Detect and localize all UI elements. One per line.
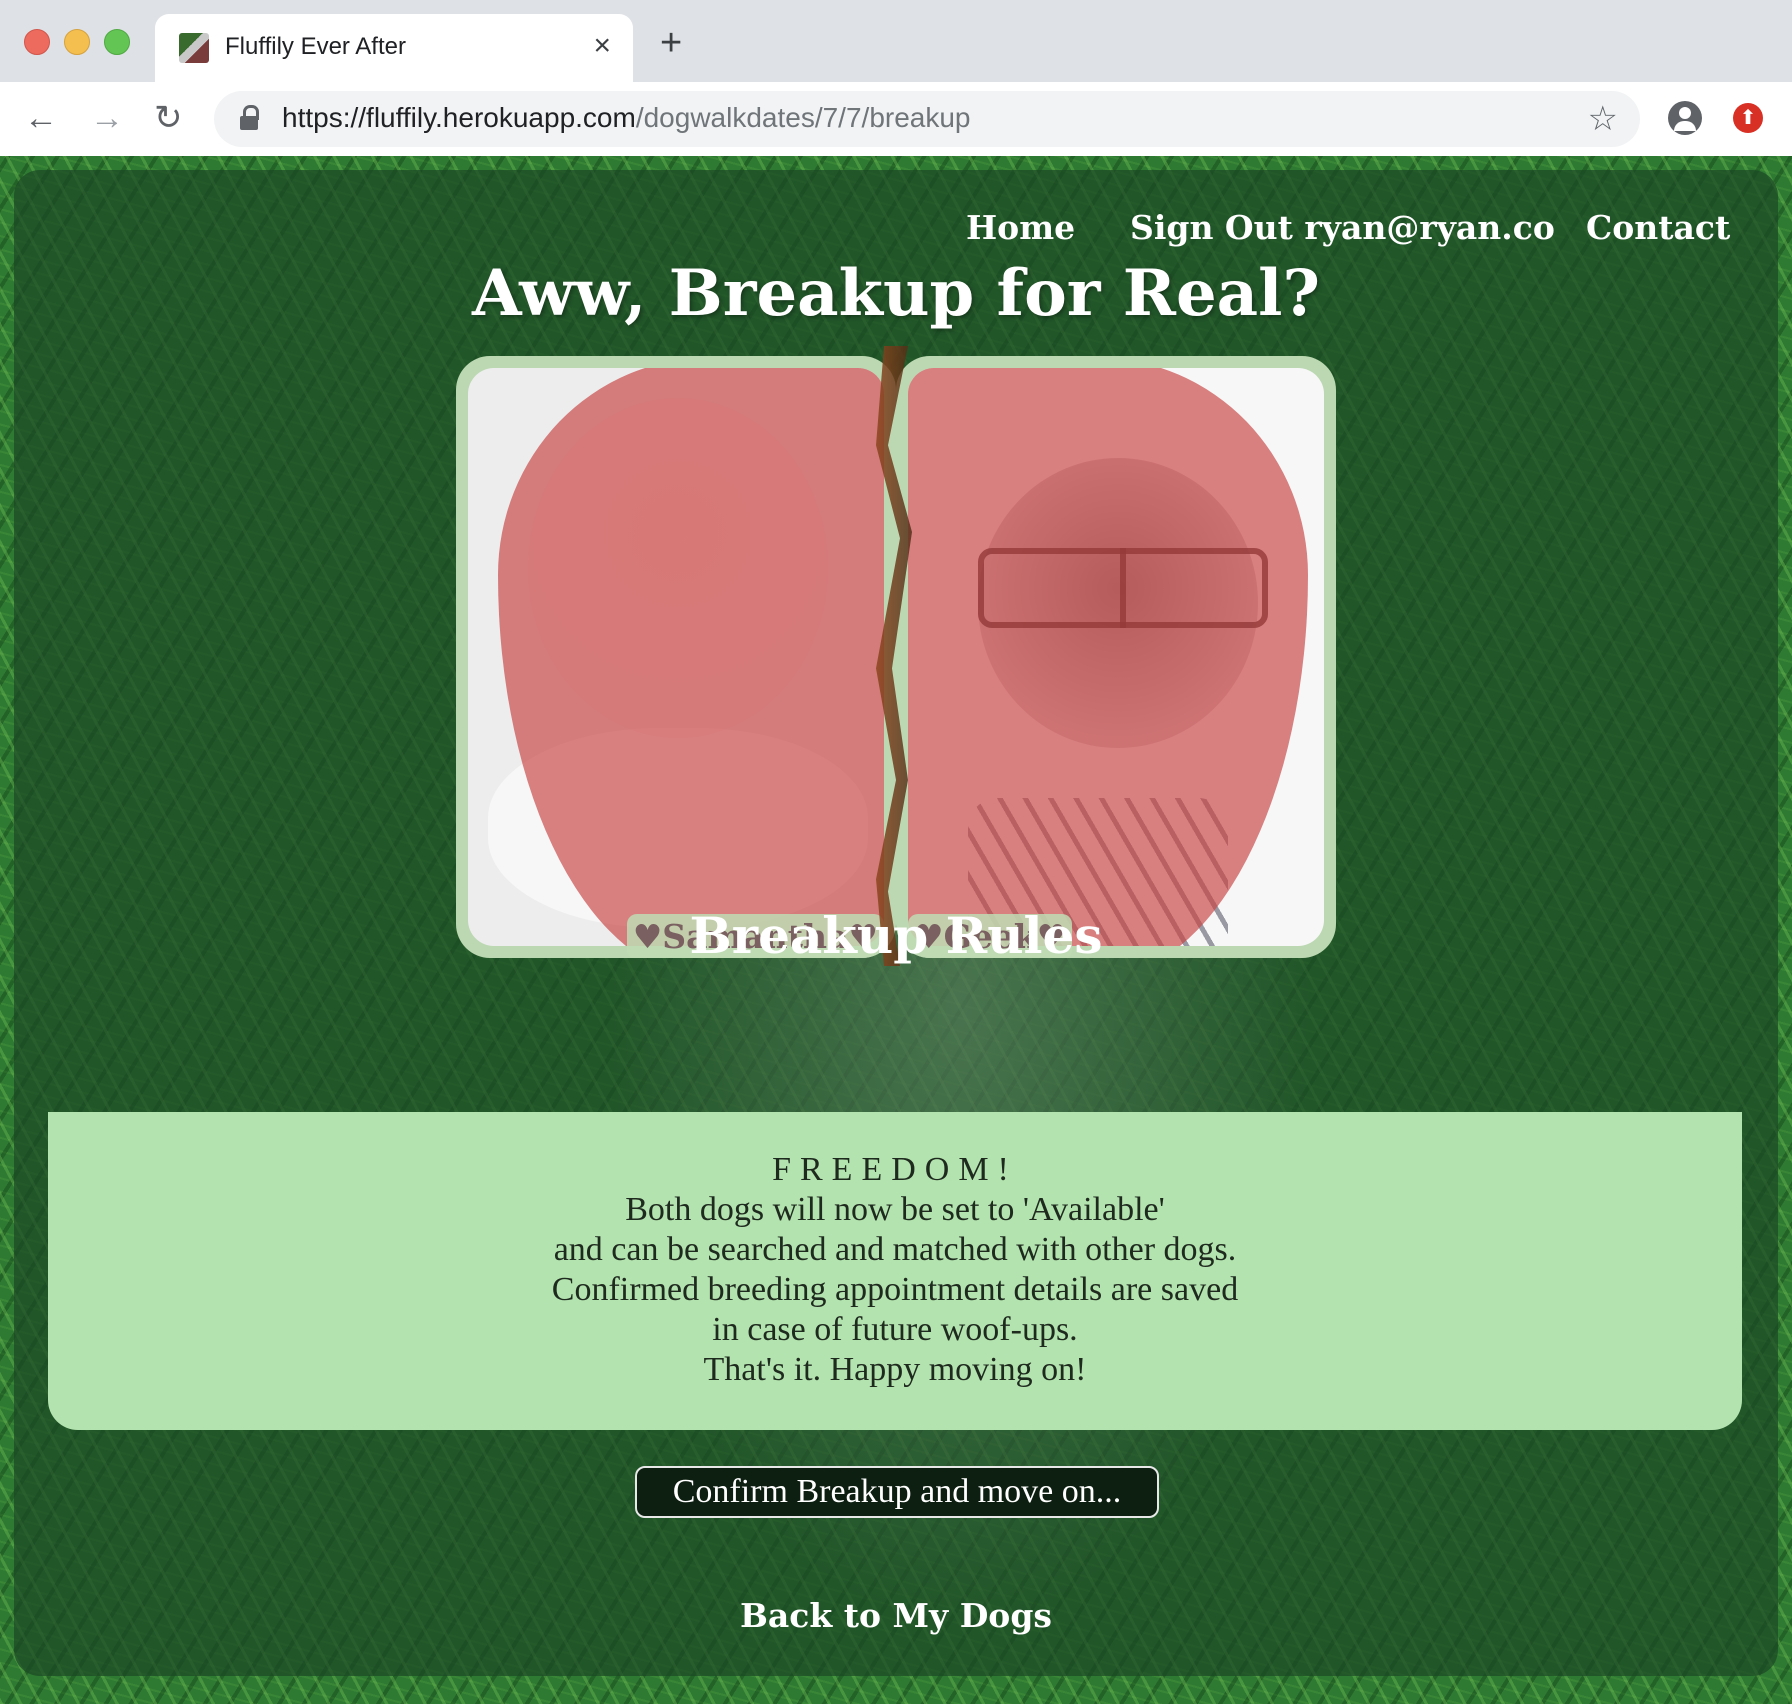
dog-photo-right: ♥Geek♥	[896, 356, 1336, 958]
new-tab-icon[interactable]: +	[660, 24, 682, 62]
tab-title: Fluffily Ever After	[225, 33, 406, 60]
dog-photo-left: ♥Samantha♥	[456, 356, 896, 958]
rules-line: FREEDOM!	[772, 1151, 1018, 1188]
confirm-breakup-button[interactable]: Confirm Breakup and move on...	[635, 1466, 1159, 1518]
tab-close-icon[interactable]: ×	[593, 28, 611, 64]
lock-icon	[240, 105, 259, 131]
broken-heart-right-icon	[908, 368, 1308, 946]
profile-avatar-icon[interactable]	[1668, 101, 1702, 135]
maximize-window-button[interactable]	[104, 29, 130, 55]
reload-icon[interactable]: ↻	[154, 98, 183, 138]
rules-line: Both dogs will now be set to 'Available'	[625, 1191, 1165, 1228]
close-window-button[interactable]	[24, 29, 50, 55]
url-text[interactable]: https://fluffily.herokuapp.com/dogwalkda…	[282, 102, 971, 134]
back-arrow-icon[interactable]: ←	[24, 98, 58, 138]
rules-line: That's it. Happy moving on!	[703, 1351, 1087, 1388]
nav-contact-link[interactable]: Contact	[1586, 208, 1730, 247]
rules-heading: Breakup Rules	[689, 906, 1103, 965]
bookmark-star-icon[interactable]: ☆	[1588, 99, 1618, 139]
extension-icon[interactable]: ⬆	[1733, 103, 1763, 133]
url-path: /dogwalkdates/7/7/breakup	[635, 102, 971, 133]
nav-sign-out-link[interactable]: Sign Out ryan@ryan.co	[1130, 208, 1555, 247]
favicon-icon	[179, 33, 209, 63]
rules-box: FREEDOM! Both dogs will now be set to 'A…	[48, 1112, 1742, 1430]
rules-line: Confirmed breeding appointment details a…	[551, 1271, 1239, 1308]
nav-home-link[interactable]: Home	[966, 208, 1075, 247]
rules-line: in case of future woof-ups.	[712, 1311, 1078, 1348]
url-host: https://fluffily.herokuapp.com	[282, 102, 636, 133]
address-bar[interactable]: https://fluffily.herokuapp.com/dogwalkda…	[214, 91, 1640, 147]
rules-line: and can be searched and matched with oth…	[553, 1231, 1237, 1268]
rules-text: FREEDOM! Both dogs will now be set to 'A…	[48, 1150, 1742, 1390]
browser-tab[interactable]: Fluffily Ever After ×	[155, 14, 633, 82]
minimize-window-button[interactable]	[64, 29, 90, 55]
browser-tab-bar: Fluffily Ever After × +	[0, 0, 1792, 82]
forward-arrow-icon[interactable]: →	[90, 98, 124, 138]
page-viewport: Home Sign Out ryan@ryan.co Contact Aww, …	[0, 156, 1792, 1704]
browser-toolbar: ← → ↻ https://fluffily.herokuapp.com/dog…	[0, 82, 1792, 156]
page-title: Aww, Breakup for Real?	[472, 256, 1320, 331]
back-to-my-dogs-link[interactable]: Back to My Dogs	[0, 1596, 1792, 1635]
